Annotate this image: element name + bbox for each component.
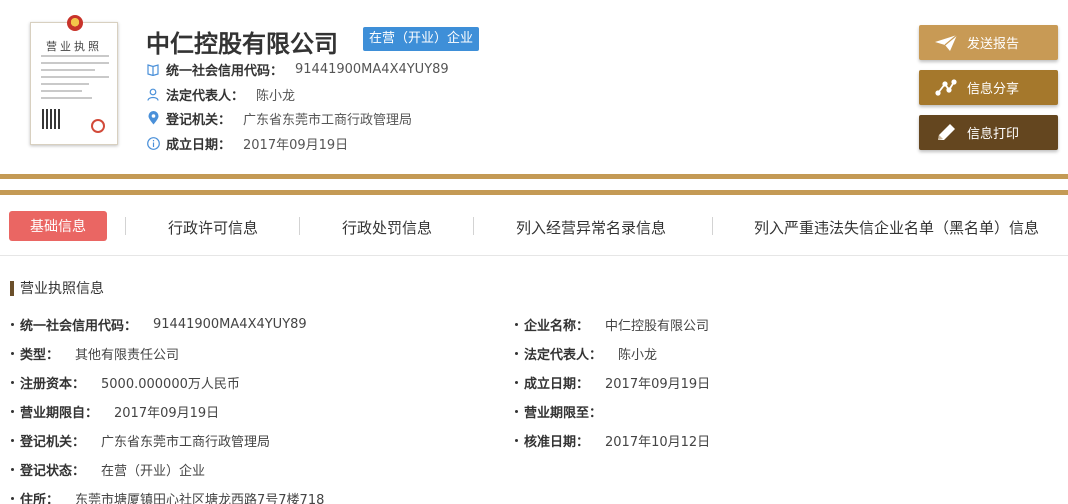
field-label: 营业期限自： [20,405,99,421]
field-term-to: 营业期限至： [515,402,618,421]
field-value: 2017年09月19日 [114,405,220,421]
paper-plane-icon [933,34,959,52]
user-icon [146,87,160,101]
tab-separator [712,217,713,235]
tab-blacklist[interactable]: 列入严重违法失信企业名单（黑名单）信息 [754,217,1039,238]
info-icon [146,136,160,150]
field-value: 广东省东莞市工商行政管理局 [101,434,271,450]
license-text-lines [41,55,109,104]
field-type: 类型： 其他有限责任公司 [11,344,180,363]
status-badge: 在营（开业）企业 [363,27,480,51]
field-founded-date: 成立日期： 2017年09月19日 [515,373,711,392]
tabs-divider [0,255,1068,256]
pencil-icon [933,123,959,143]
red-seal-icon [91,119,105,133]
field-label: 统一社会信用代码： [20,318,138,334]
send-report-button[interactable]: 发送报告 [919,25,1058,60]
credit-code-value: 91441900MA4X4YUY89 [295,61,449,77]
field-label: 注册资本： [20,376,86,392]
tab-abnormal-operation[interactable]: 列入经营异常名录信息 [516,217,666,238]
header-divider-stripe [0,190,1068,195]
field-label: 营业期限至： [524,405,603,421]
field-value: 其他有限责任公司 [75,347,180,363]
print-info-button[interactable]: 信息打印 [919,115,1058,150]
field-label: 住所： [20,492,60,504]
field-label: 法定代表人： [524,347,603,363]
field-legal-rep: 法定代表人： 陈小龙 [515,344,658,363]
header-founded-row: 成立日期： 2017年09月19日 [146,134,349,153]
legal-rep-label: 法定代表人： [166,88,245,104]
qr-code-icon [40,107,64,131]
field-value: 2017年10月12日 [605,434,711,450]
send-report-label: 发送报告 [967,37,1020,52]
credit-code-label: 统一社会信用代码： [166,63,284,79]
field-address: 住所： 东莞市塘厦镇田心社区塘龙西路7号7楼718 [11,489,324,504]
founded-value: 2017年09月19日 [243,137,349,153]
field-value: 陈小龙 [618,347,658,363]
field-approval-date: 核准日期： 2017年10月12日 [515,431,711,450]
field-value: 2017年09月19日 [605,376,711,392]
field-label: 类型： [20,347,60,363]
share-info-label: 信息分享 [967,82,1020,97]
authority-value: 广东省东莞市工商行政管理局 [243,112,413,128]
field-label: 企业名称： [524,318,590,334]
share-icon [933,78,959,98]
business-license-thumbnail[interactable]: 营业执照 [30,15,118,145]
tab-separator [299,217,300,235]
tab-separator [473,217,474,235]
book-icon [146,62,160,76]
field-term-from: 营业期限自： 2017年09月19日 [11,402,220,421]
field-value: 中仁控股有限公司 [605,318,710,334]
field-company-name: 企业名称： 中仁控股有限公司 [515,315,710,334]
field-registration-authority: 登记机关： 广东省东莞市工商行政管理局 [11,431,271,450]
license-thumbnail-title: 营业执照 [46,40,102,53]
header-legal-rep-row: 法定代表人： 陈小龙 [146,85,296,104]
field-label: 核准日期： [524,434,590,450]
share-info-button[interactable]: 信息分享 [919,70,1058,105]
section-title-bar [10,280,14,296]
header-divider-stripe [0,174,1068,179]
header-authority-row: 登记机关： 广东省东莞市工商行政管理局 [146,109,413,128]
company-name: 中仁控股有限公司 [146,30,338,58]
section-title: 营业执照信息 [10,278,104,298]
tab-admin-penalty[interactable]: 行政处罚信息 [342,217,432,238]
field-registered-capital: 注册资本： 5000.000000万人民币 [11,373,240,392]
field-value: 在营（开业）企业 [101,463,206,479]
field-value: 5000.000000万人民币 [101,376,240,392]
header-credit-code-row: 统一社会信用代码： 91441900MA4X4YUY89 [146,60,449,79]
field-label: 登记状态： [20,463,86,479]
print-info-label: 信息打印 [967,127,1020,142]
field-label: 登记机关： [20,434,86,450]
tab-basic-info[interactable]: 基础信息 [9,211,107,241]
field-value: 91441900MA4X4YUY89 [153,316,307,332]
authority-label: 登记机关： [166,112,232,128]
section-title-text: 营业执照信息 [20,281,104,297]
national-emblem-icon [67,15,83,31]
field-label: 成立日期： [524,376,590,392]
location-pin-icon [146,111,160,125]
field-value: 东莞市塘厦镇田心社区塘龙西路7号7楼718 [75,492,325,504]
tab-admin-license[interactable]: 行政许可信息 [168,217,258,238]
legal-rep-value: 陈小龙 [256,88,296,104]
field-credit-code: 统一社会信用代码： 91441900MA4X4YUY89 [11,315,307,334]
founded-label: 成立日期： [166,137,232,153]
field-registration-status: 登记状态： 在营（开业）企业 [11,460,206,479]
tab-separator [125,217,126,235]
